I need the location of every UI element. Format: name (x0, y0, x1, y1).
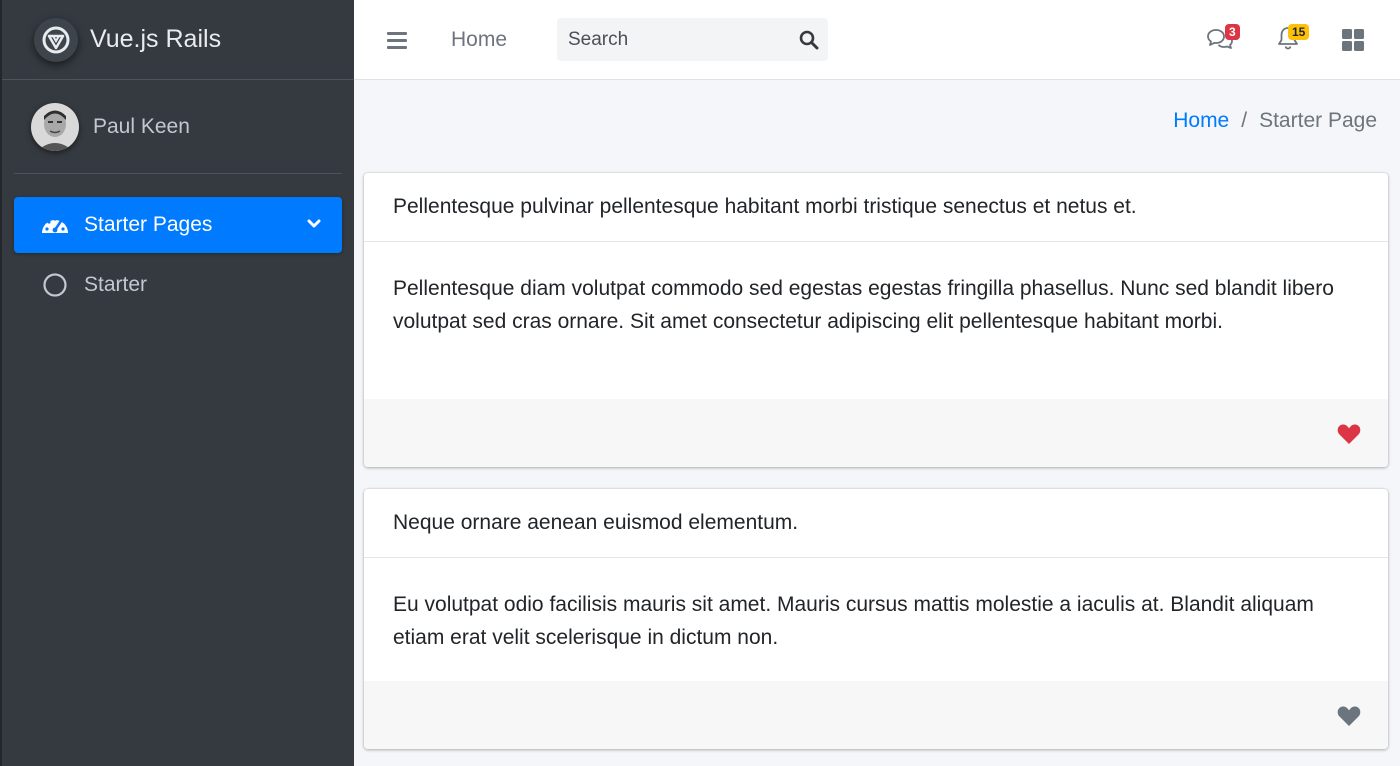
notifications-badge: 15 (1288, 24, 1310, 40)
card-footer (364, 681, 1388, 749)
navbar-search (557, 18, 828, 61)
card-footer (364, 399, 1388, 467)
heart-icon[interactable] (1337, 423, 1361, 445)
sidebar-nav: Starter Pages Starter (2, 174, 354, 313)
card-title: Neque ornare aenean euismod elementum. (364, 489, 1388, 558)
brand-link[interactable]: Vue.js Rails (2, 0, 354, 80)
card-title: Pellentesque pulvinar pellentesque habit… (364, 173, 1388, 242)
breadcrumb: Home / Starter Page (1173, 109, 1377, 133)
sidebar-item-label: Starter (84, 273, 148, 296)
tachometer-icon (40, 212, 70, 238)
messages-button[interactable]: 3 (1207, 24, 1240, 52)
chevron-down-icon (306, 214, 322, 238)
post-card: Pellentesque pulvinar pellentesque habit… (364, 173, 1388, 467)
hamburger-icon[interactable] (386, 29, 408, 51)
notifications-button[interactable]: 15 (1274, 24, 1310, 52)
circle-icon (40, 272, 70, 298)
card-body: Pellentesque diam volutpat commodo sed e… (393, 277, 1334, 333)
content-wrapper: Home / Starter Page Pellentesque pulvina… (354, 80, 1400, 766)
breadcrumb-separator: / (1241, 109, 1248, 132)
vue-rails-logo-icon (34, 17, 78, 62)
sidebar-item-label: Starter Pages (84, 213, 213, 236)
messages-badge: 3 (1225, 24, 1240, 40)
card-body: Eu volutpat odio facilisis mauris sit am… (393, 593, 1314, 649)
top-navbar: Home 3 15 (354, 0, 1400, 80)
breadcrumb-home-link[interactable]: Home (1173, 109, 1229, 133)
user-panel[interactable]: Paul Keen (14, 80, 342, 174)
avatar (31, 102, 79, 151)
breadcrumb-current: Starter Page (1259, 109, 1377, 132)
user-name: Paul Keen (93, 114, 190, 138)
grid-icon[interactable] (1339, 28, 1367, 52)
heart-icon[interactable] (1337, 705, 1361, 727)
post-card: Neque ornare aenean euismod elementum. E… (364, 489, 1388, 749)
brand-name: Vue.js Rails (90, 25, 222, 53)
main-sidebar: Vue.js Rails Paul Keen Starter Pages Sta… (0, 0, 354, 766)
sidebar-item-starter[interactable]: Starter (14, 257, 342, 313)
search-icon[interactable] (798, 29, 820, 51)
nav-home-link[interactable]: Home (451, 28, 507, 52)
sidebar-item-starter-pages[interactable]: Starter Pages (14, 197, 342, 253)
search-input[interactable] (557, 18, 787, 61)
